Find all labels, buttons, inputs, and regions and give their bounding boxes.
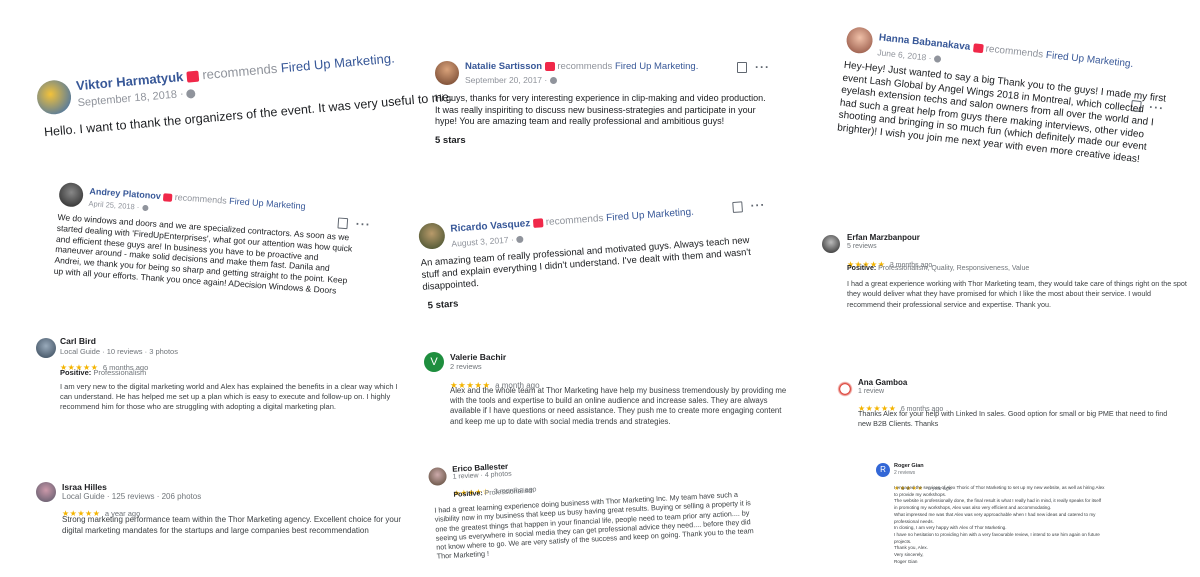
google-review-erico: Erico Ballester 1 review · 4 photos ★★★★…	[428, 449, 754, 566]
page-link[interactable]: Fired Up Marketing.	[1045, 50, 1133, 70]
recommends-text: recommends Fired Up Marketing.	[985, 43, 1134, 70]
google-review-valerie: V Valerie Bachir 2 reviews ★★★★★ a month…	[424, 352, 789, 432]
reviewer-meta: Local Guide · 125 reviews · 206 photos	[62, 492, 202, 501]
positive-attributes: Positive: Professionalism, Quality, Resp…	[847, 265, 1030, 272]
more-options-icon[interactable]: ···	[355, 217, 371, 232]
review-date[interactable]: June 6, 2018 ·	[877, 47, 932, 63]
friends-icon	[550, 77, 558, 85]
recommends-text: recommends Fired Up Marketing.	[557, 61, 699, 72]
review-card-hanna: Hanna Babanakava recommends Fired Up Mar…	[830, 26, 1191, 231]
recommends-icon	[162, 192, 173, 202]
page-link[interactable]: Fired Up Marketing.	[615, 61, 698, 72]
recommends-icon	[544, 61, 555, 71]
review-date[interactable]: August 3, 2017 ·	[451, 234, 514, 248]
avatar[interactable]	[845, 26, 874, 55]
review-card-ricardo: Ricardo Vasquez recommends Fired Up Mark…	[418, 198, 773, 314]
review-date[interactable]: April 25, 2018 ·	[88, 199, 139, 212]
avatar[interactable]	[836, 380, 854, 398]
save-icon[interactable]	[737, 62, 747, 74]
reviewer-meta: 2 reviews	[450, 362, 482, 371]
google-review-israa: Israa Hilles Local Guide · 125 reviews ·…	[36, 482, 401, 542]
reviewer-meta: 1 review	[858, 388, 885, 395]
globe-icon	[186, 88, 197, 99]
recommends-text: recommends Fired Up Marketing.	[201, 50, 396, 83]
review-text: I am very new to the digital marketing w…	[60, 382, 398, 411]
review-text: I had a great learning experience doing …	[434, 489, 754, 562]
avatar[interactable]	[428, 467, 448, 486]
review-text: I engaged the services of Alex Thoric of…	[894, 485, 1105, 564]
recommends-text: recommends Fired Up Marketing	[174, 192, 306, 212]
reviewer-name[interactable]: Andrey Platonov	[89, 186, 161, 201]
review-text: Strong marketing performance team within…	[62, 515, 401, 535]
save-icon[interactable]	[732, 201, 743, 214]
reviewer-name[interactable]: Ricardo Vasquez	[450, 218, 531, 235]
reviewer-meta: 2 reviews	[894, 470, 916, 476]
globe-icon	[142, 204, 149, 212]
save-icon[interactable]	[337, 217, 349, 230]
more-options-icon[interactable]: ···	[755, 60, 770, 74]
avatar[interactable]	[58, 182, 84, 208]
reviewer-name[interactable]: Ana Gamboa	[858, 378, 907, 387]
review-card-andrey: Andrey Platonov recommends Fired Up Mark…	[50, 182, 371, 343]
globe-icon	[516, 235, 524, 244]
review-tools: ···	[737, 60, 770, 74]
reviewer-name[interactable]: Roger Gian	[894, 463, 924, 469]
review-text: I had a great experience working with Th…	[847, 279, 1187, 309]
review-tools: ···	[732, 198, 766, 214]
avatar[interactable]: V	[424, 352, 444, 372]
positive-attributes: Positive: Professionalism	[60, 368, 147, 377]
reviewer-name[interactable]: Erfan Marzbanpour	[847, 233, 920, 242]
review-text: We do windows and doors and we are speci…	[53, 211, 353, 296]
page-link[interactable]: Fired Up Marketing	[229, 196, 306, 211]
google-review-carl: Carl Bird Local Guide · 10 reviews · 3 p…	[36, 336, 398, 416]
google-review-roger: R Roger Gian 2 reviews ★★★★★ a year ago …	[876, 463, 1136, 573]
review-text: Hey-Hey! Just wanted to say a big Thank …	[836, 59, 1167, 165]
recommends-icon	[972, 43, 984, 54]
reviewer-name[interactable]: Carl Bird	[60, 336, 96, 346]
page-link[interactable]: Fired Up Marketing.	[280, 50, 395, 75]
recommends-icon	[532, 218, 544, 228]
reviewer-meta: Local Guide · 10 reviews · 3 photos	[60, 347, 178, 356]
review-tools: ···	[337, 215, 371, 232]
review-text: Thanks Alex for your help with Linked In…	[858, 409, 1168, 428]
globe-icon	[934, 55, 942, 64]
recommends-text: recommends Fired Up Marketing.	[545, 206, 695, 229]
review-card-natalie: Natalie Sartisson recommends Fired Up Ma…	[435, 58, 775, 154]
avatar[interactable]	[435, 61, 459, 85]
reviewer-meta: 5 reviews	[847, 243, 877, 250]
reviewer-name[interactable]: Israa Hilles	[62, 482, 107, 492]
reviewer-name[interactable]: Valerie Bachir	[450, 352, 506, 362]
google-review-ana: Ana Gamboa 1 review ★★★★★ 6 months ago T…	[836, 378, 1171, 430]
review-text: Alex and the whole team at Thor Marketin…	[450, 386, 787, 426]
avatar[interactable]	[36, 482, 56, 502]
rating-label: 5 stars	[435, 135, 466, 146]
page-link[interactable]: Fired Up Marketing.	[606, 207, 694, 224]
avatar[interactable]	[822, 235, 840, 253]
avatar[interactable]	[418, 222, 446, 250]
review-text: Hi guys, thanks for very interesting exp…	[435, 93, 766, 126]
review-card-viktor: Viktor Harmatyuk recommends Fired Up Mar…	[32, 3, 460, 149]
more-options-icon[interactable]: ···	[750, 198, 766, 213]
avatar[interactable]	[35, 78, 73, 116]
review-date[interactable]: September 20, 2017 ·	[465, 75, 547, 85]
reviewer-name[interactable]: Natalie Sartisson	[465, 61, 542, 72]
rating-label: 5 stars	[427, 298, 459, 312]
avatar[interactable]: R	[876, 463, 890, 477]
recommends-icon	[186, 70, 200, 83]
avatar[interactable]	[36, 338, 56, 358]
google-review-erfan: Erfan Marzbanpour 5 reviews ★★★★★ 3 mont…	[822, 233, 1187, 313]
